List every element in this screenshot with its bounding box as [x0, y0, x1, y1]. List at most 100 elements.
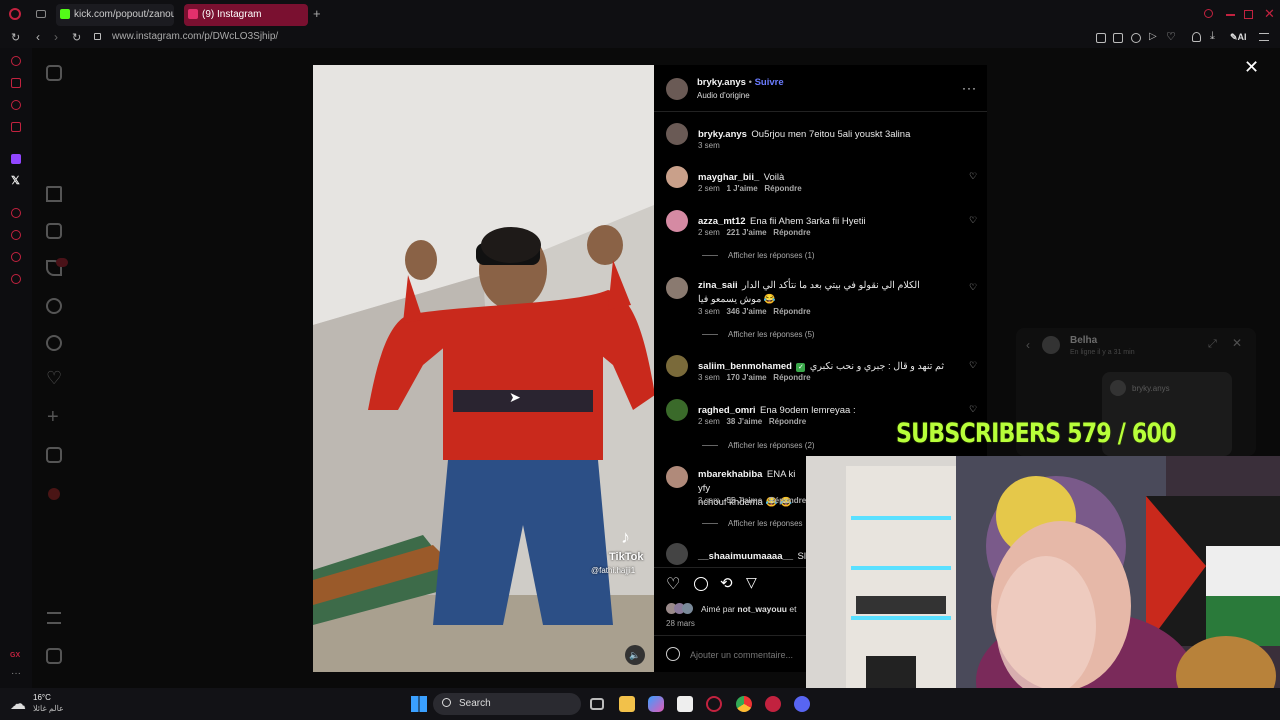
windows-start-icon[interactable]	[411, 696, 427, 712]
screenshot-icon[interactable]	[1113, 33, 1123, 43]
shield-icon[interactable]	[1131, 33, 1141, 43]
comment-avatar[interactable]	[666, 355, 688, 377]
post-date[interactable]: 28 mars	[666, 619, 695, 628]
weather-temp[interactable]: 16°C	[33, 693, 51, 702]
comment-avatar[interactable]	[666, 466, 688, 488]
maximize-button[interactable]	[1244, 10, 1253, 19]
caption-username[interactable]: bryky.anys	[698, 129, 747, 140]
chrome-icon[interactable]	[736, 696, 752, 712]
comment-like-icon[interactable]: ♡	[969, 216, 977, 225]
x-icon[interactable]: 𝕏	[11, 174, 20, 187]
aria-icon[interactable]	[11, 56, 21, 66]
like-icon[interactable]: ♡	[666, 574, 680, 594]
reply-button[interactable]: Répondre	[773, 373, 810, 382]
ai-button[interactable]: ✎AI	[1230, 32, 1247, 43]
reply-button[interactable]: Répondre	[773, 307, 810, 316]
comment-likes[interactable]: 170 J'aime	[726, 373, 766, 382]
forward-icon[interactable]: ›	[54, 30, 58, 44]
opera-logo-icon[interactable]	[9, 8, 21, 20]
comment-like-icon[interactable]: ♡	[969, 172, 977, 181]
comment-likes[interactable]: 38 J'aime	[726, 417, 762, 426]
reload-icon[interactable]: ↻	[11, 31, 20, 44]
emoji-icon[interactable]	[666, 647, 680, 661]
more-menu-icon[interactable]	[47, 612, 61, 624]
author-avatar[interactable]	[666, 78, 688, 100]
bookmark-icon[interactable]	[1096, 33, 1106, 43]
comment-username[interactable]: mbarekhabiba	[698, 469, 762, 480]
chat-icon[interactable]	[11, 122, 21, 132]
tab-strip-icon[interactable]	[36, 10, 46, 18]
comment-username[interactable]: mayghar_bii_	[698, 172, 759, 183]
heart-icon[interactable]: ♡	[1166, 30, 1176, 43]
liked-by-user[interactable]: not_wayouu	[737, 604, 787, 614]
chat-close-icon[interactable]: ✕	[1232, 336, 1242, 350]
comment-likes[interactable]: 55 J'aime	[726, 496, 762, 505]
messenger-icon[interactable]	[11, 100, 21, 110]
explore-icon[interactable]	[46, 335, 62, 351]
comment-avatar[interactable]	[666, 543, 688, 565]
url-field[interactable]: www.instagram.com/p/DWcLO3Sjhip/	[112, 31, 278, 42]
caption-avatar[interactable]	[666, 123, 688, 145]
copilot-icon[interactable]	[648, 696, 664, 712]
comment-username[interactable]: __shaaimuumaaaa__	[698, 551, 793, 562]
crypto-wallet-icon[interactable]	[11, 78, 21, 88]
chat-back-icon[interactable]: ‹	[1026, 338, 1030, 352]
reels-icon[interactable]	[46, 223, 62, 239]
view-replies-button[interactable]: Afficher les réponses	[702, 519, 803, 528]
file-explorer-icon[interactable]	[619, 696, 635, 712]
reply-button[interactable]: Répondre	[773, 228, 810, 237]
share-icon[interactable]: ▽	[746, 574, 757, 591]
window-search-icon[interactable]	[1204, 9, 1213, 18]
create-icon[interactable]: +	[47, 406, 59, 429]
comment-username[interactable]: raghed_omri	[698, 405, 756, 416]
minimize-button[interactable]	[1226, 14, 1235, 16]
comment-likes[interactable]: 346 J'aime	[726, 307, 766, 316]
post-video[interactable]: ♪ TikTok @fathi.hajji1 🔈 ➤	[313, 65, 654, 672]
comment-like-icon[interactable]: ♡	[969, 283, 977, 292]
extensions-icon[interactable]	[11, 252, 21, 262]
comment-likes[interactable]: 1 J'aime	[726, 184, 757, 193]
profile-icon[interactable]	[1192, 32, 1201, 42]
audio-label[interactable]: Audio d'origine	[697, 91, 750, 100]
home-icon[interactable]	[46, 186, 62, 202]
comment-avatar[interactable]	[666, 399, 688, 421]
mute-button[interactable]: 🔈	[625, 645, 645, 665]
reply-button[interactable]: Répondre	[764, 184, 801, 193]
comment-username[interactable]: saliim_benmohamed	[698, 361, 792, 372]
comment-icon[interactable]	[694, 577, 708, 591]
chat-expand-icon[interactable]: ⤢	[1208, 338, 1217, 351]
repost-icon[interactable]: ⟲	[720, 574, 733, 592]
task-view-icon[interactable]	[590, 698, 604, 710]
opera-gx-taskbar-icon[interactable]	[706, 696, 722, 712]
tab-instagram[interactable]: (9) Instagram	[184, 4, 308, 26]
comment-avatar[interactable]	[666, 277, 688, 299]
refresh-icon[interactable]: ↻	[72, 31, 81, 44]
download-icon[interactable]: ⤓	[1210, 30, 1215, 43]
options-icon[interactable]: ···	[962, 81, 977, 95]
view-replies-button[interactable]: Afficher les réponses (5)	[702, 330, 815, 339]
player-icon[interactable]	[11, 208, 21, 218]
more-icon[interactable]: ···	[11, 668, 21, 679]
follow-button[interactable]: Suivre	[755, 77, 784, 88]
comment-username[interactable]: azza_mt12	[698, 216, 746, 227]
view-replies-button[interactable]: Afficher les réponses (2)	[702, 441, 815, 450]
instagram-logo-icon[interactable]	[46, 65, 62, 81]
reply-button[interactable]: Répondre	[769, 417, 806, 426]
new-tab-button[interactable]: +	[313, 6, 321, 21]
author-username[interactable]: bryky.anys	[697, 77, 746, 88]
taskbar-search[interactable]: Search	[433, 693, 581, 715]
close-window-button[interactable]: ✕	[1264, 6, 1275, 22]
meta-apps-icon[interactable]	[46, 648, 62, 664]
notifications-heart-icon[interactable]: ♡	[46, 368, 62, 389]
comment-avatar[interactable]	[666, 166, 688, 188]
discord-icon[interactable]	[794, 696, 810, 712]
twitch-icon[interactable]	[11, 154, 21, 164]
tab-kick[interactable]: kick.com/popout/zanoun/	[56, 4, 174, 26]
search-icon[interactable]	[46, 298, 62, 314]
comment-like-icon[interactable]: ♡	[969, 361, 977, 370]
gx-icon[interactable]: GX	[10, 652, 20, 659]
close-post-button[interactable]: ✕	[1244, 57, 1259, 78]
app-icon[interactable]	[765, 696, 781, 712]
comment-username[interactable]: zina_saii	[698, 280, 738, 291]
menu-icon[interactable]	[1259, 33, 1269, 41]
